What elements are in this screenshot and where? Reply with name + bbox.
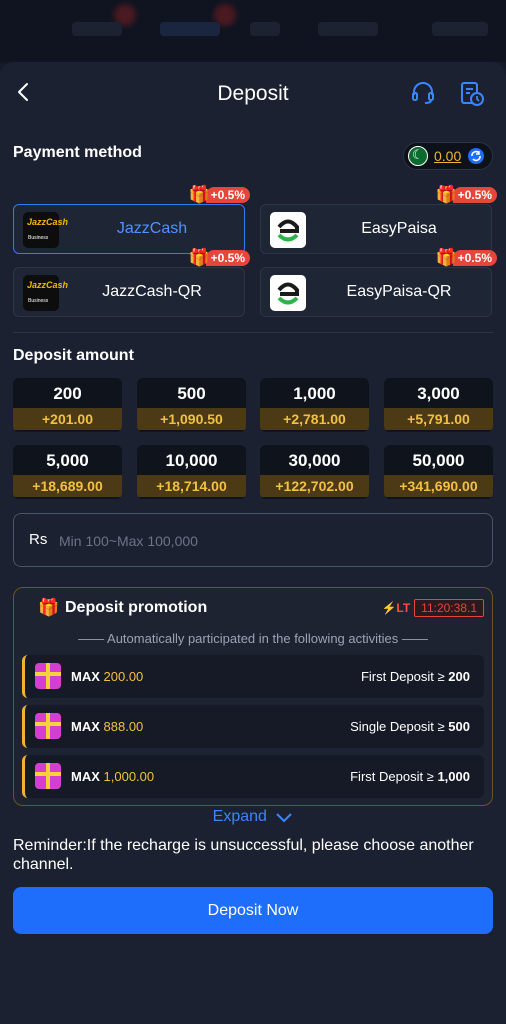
- method-jazzcash-qr[interactable]: JazzCash Business JazzCash-QR 🎁 +0.5%: [13, 248, 250, 317]
- blurred-tab: [72, 22, 122, 36]
- method-label: JazzCash-QR: [102, 283, 202, 300]
- amount-option[interactable]: 5,000 +18,689.00: [13, 445, 122, 499]
- gift-icon: 🎁: [188, 185, 210, 204]
- pakistan-flag-icon: [408, 146, 428, 166]
- method-label: JazzCash: [116, 220, 188, 237]
- easypaisa-logo-icon: [270, 212, 306, 248]
- method-easypaisa-qr[interactable]: EasyPaisa-QR 🎁 +0.5%: [260, 248, 497, 317]
- currency-label: Rs: [29, 531, 48, 548]
- promotion-activity[interactable]: MAX 200.00 First Deposit ≥ 200: [22, 655, 484, 698]
- promotion-activity[interactable]: MAX 888.00 Single Deposit ≥ 500: [22, 705, 484, 748]
- amount-option[interactable]: 50,000 +341,690.00: [384, 445, 493, 499]
- easypaisa-logo-icon: [270, 275, 306, 311]
- promotion-title: Deposit promotion: [65, 599, 208, 616]
- refresh-icon[interactable]: [467, 147, 485, 165]
- deposit-promotion-panel: 🎁 Deposit promotion ⚡LT 11:20:38.1 —— Au…: [13, 587, 493, 806]
- bonus-badge: 🎁 +0.5%: [435, 185, 497, 205]
- amount-option[interactable]: 10,000 +18,714.00: [137, 445, 246, 499]
- history-icon[interactable]: [459, 81, 485, 107]
- gift-box-icon: [35, 713, 61, 739]
- timer-value: 11:20:38.1: [414, 599, 484, 617]
- jazzcash-logo-icon: JazzCash Business: [23, 275, 68, 311]
- lightning-icon: ⚡LT: [381, 601, 411, 615]
- balance-pill: 0.00: [403, 142, 493, 170]
- promotion-subtitle: —— Automatically participated in the fol…: [78, 631, 428, 646]
- promotion-timer: ⚡LT 11:20:38.1: [381, 598, 484, 618]
- amount-option[interactable]: 1,000 +2,781.00: [260, 378, 369, 432]
- method-label: EasyPaisa-QR: [346, 283, 452, 300]
- amount-option[interactable]: 30,000 +122,702.00: [260, 445, 369, 499]
- amount-option[interactable]: 500 +1,090.50: [137, 378, 246, 432]
- expand-button[interactable]: Expand: [0, 808, 506, 826]
- header: Deposit: [0, 62, 506, 128]
- jazzcash-logo-icon: JazzCash Business: [23, 212, 68, 248]
- chevron-down-icon: [276, 813, 293, 823]
- headset-icon[interactable]: [410, 80, 436, 106]
- blurred-tab: [318, 22, 378, 36]
- amount-field: Rs: [13, 513, 493, 567]
- bonus-badge: 🎁 +0.5%: [188, 248, 250, 268]
- method-label: EasyPaisa: [361, 220, 437, 237]
- promotion-activity[interactable]: MAX 1,000.00 First Deposit ≥ 1,000: [22, 755, 484, 798]
- bonus-badge: 🎁 +0.5%: [435, 248, 497, 268]
- method-easypaisa[interactable]: EasyPaisa 🎁 +0.5%: [260, 185, 497, 254]
- deposit-sheet: Deposit Payment method 0.00: [0, 62, 506, 1024]
- gift-icon: 🎁: [435, 185, 457, 204]
- reminder-text: Reminder:If the recharge is unsuccessful…: [13, 837, 474, 873]
- deposit-amount-title: Deposit amount: [13, 347, 134, 364]
- amount-option[interactable]: 3,000 +5,791.00: [384, 378, 493, 432]
- gift-icon: 🎁: [435, 248, 457, 267]
- blurred-tab: [250, 22, 280, 36]
- amount-option[interactable]: 200 +201.00: [13, 378, 122, 432]
- balance-value: 0.00: [434, 148, 462, 164]
- blurred-tab: [432, 22, 488, 36]
- bonus-badge: 🎁 +0.5%: [188, 185, 250, 205]
- method-jazzcash[interactable]: JazzCash Business JazzCash 🎁 +0.5%: [13, 185, 250, 254]
- gift-icon: 🎁: [188, 248, 210, 267]
- gift-box-icon: [35, 663, 61, 689]
- divider: [13, 332, 493, 333]
- deposit-now-button[interactable]: Deposit Now: [13, 887, 493, 934]
- gift-icon: 🎁: [38, 598, 60, 617]
- payment-method-row: Payment method 0.00: [13, 142, 493, 170]
- background-app: [0, 0, 506, 62]
- gift-box-icon: [35, 763, 61, 789]
- amount-input[interactable]: [59, 524, 459, 558]
- blurred-tab: [160, 22, 220, 36]
